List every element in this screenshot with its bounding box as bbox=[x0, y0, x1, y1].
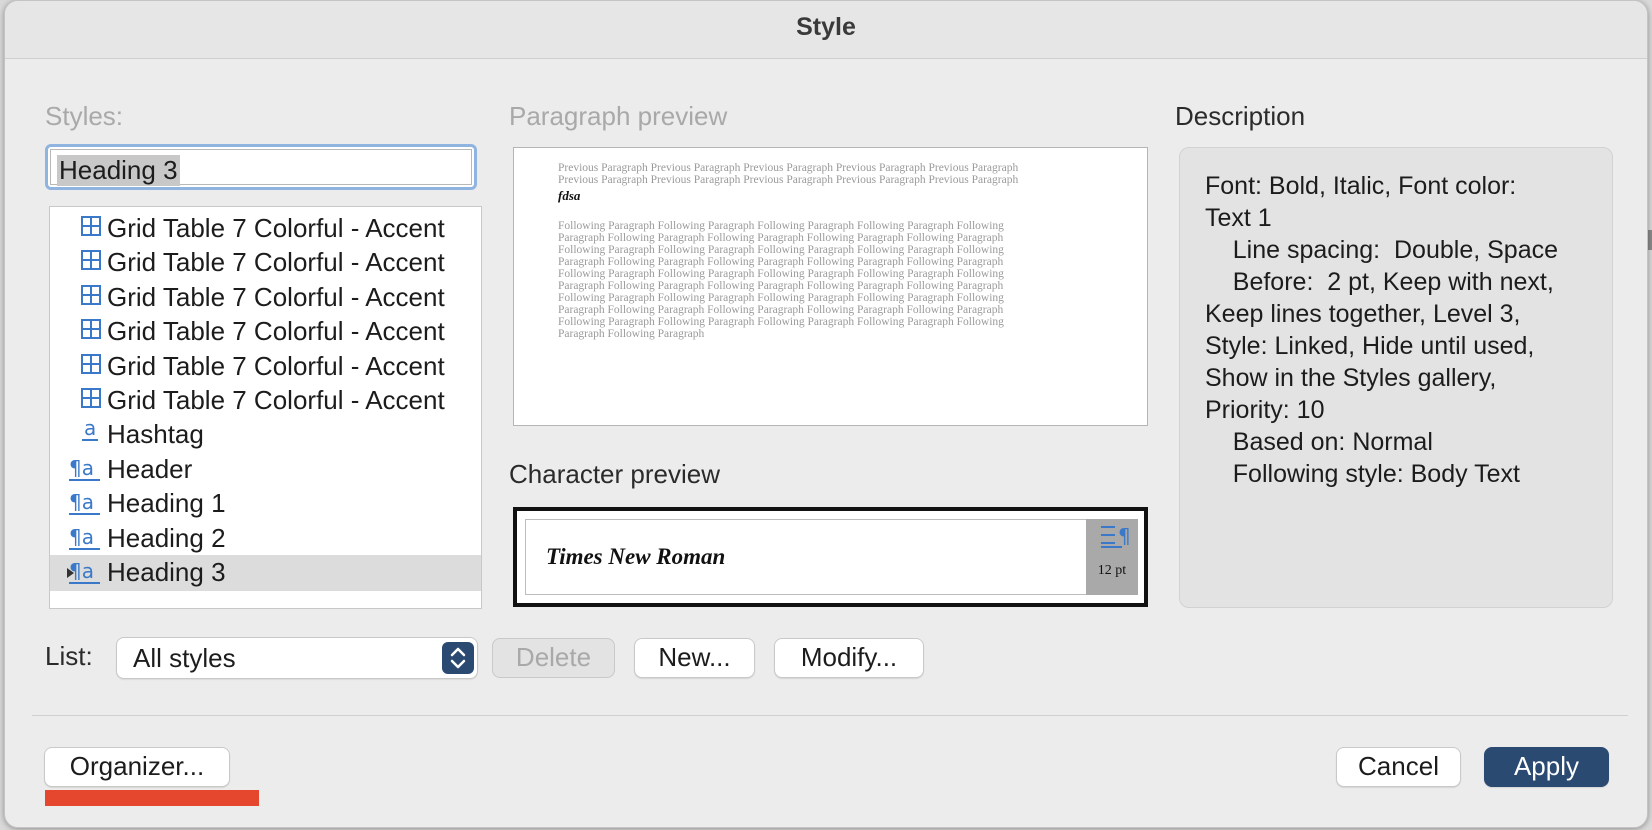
style-list-item-label: Grid Table 7 Colorful - Accent bbox=[107, 316, 445, 347]
style-list-item-label: Grid Table 7 Colorful - Accent bbox=[107, 247, 445, 278]
style-list-item[interactable]: Grid Table 7 Colorful - Accent bbox=[50, 280, 481, 316]
character-preview-side-panel: ¶ 12 pt bbox=[1086, 519, 1138, 595]
style-list-item[interactable]: Grid Table 7 Colorful - Accent bbox=[50, 245, 481, 281]
style-list-item[interactable]: Grid Table 7 Colorful - Accent bbox=[50, 314, 481, 350]
svg-text:¶: ¶ bbox=[1118, 524, 1131, 548]
description-line: Line spacing: Double, Space bbox=[1205, 236, 1559, 264]
description-line: Font: Bold, Italic, Font color: bbox=[1205, 172, 1517, 200]
paragraph-preview: Previous Paragraph Previous Paragraph Pr… bbox=[513, 147, 1148, 426]
description-box: Font: Bold, Italic, Font color: Text 1 Li… bbox=[1179, 147, 1613, 608]
preview-current-paragraph: fdsa bbox=[558, 188, 581, 203]
style-list-item-label: Grid Table 7 Colorful - Accent bbox=[107, 213, 445, 243]
list-label: List: bbox=[45, 641, 93, 671]
style-name-value: Heading 3 bbox=[57, 155, 180, 186]
style-dialog: Style Styles: Paragraph preview Descript… bbox=[4, 0, 1648, 828]
style-name-input[interactable]: Heading 3 bbox=[45, 144, 477, 190]
list-select[interactable]: All styles bbox=[116, 637, 478, 679]
description-line: Priority: 10 bbox=[1205, 396, 1325, 424]
style-list-item[interactable]: Grid Table 7 Colorful - Accent bbox=[50, 383, 481, 419]
organizer-button[interactable]: Organizer... bbox=[44, 747, 230, 787]
backdrop-edge bbox=[1648, 230, 1652, 250]
character-preview-label: Character preview bbox=[509, 459, 720, 489]
style-list-item[interactable]: ¶a Header bbox=[50, 452, 481, 488]
style-list-item-label: Header bbox=[107, 453, 193, 484]
modify-button[interactable]: Modify... bbox=[774, 638, 924, 678]
character-preview: Times New Roman ¶ 12 pt bbox=[513, 507, 1148, 607]
footer-divider bbox=[32, 715, 1628, 716]
style-list-item-label: Grid Table 7 Colorful - Accent bbox=[107, 385, 445, 415]
linked-style-icon: ¶a bbox=[68, 489, 102, 517]
style-list-item[interactable]: ¶a Heading 2 bbox=[50, 521, 481, 557]
style-list-item-label: Grid Table 7 Colorful - Accent bbox=[107, 350, 445, 381]
character-preview-inner: Times New Roman bbox=[525, 519, 1088, 595]
style-list-item-label: Grid Table 7 Colorful - Accent bbox=[107, 281, 445, 312]
style-list-item[interactable]: Grid Table 7 Colorful - Accent bbox=[50, 211, 481, 247]
apply-button[interactable]: Apply bbox=[1484, 747, 1609, 787]
linked-style-icon: ¶a bbox=[68, 558, 102, 586]
annotation-underline bbox=[45, 790, 259, 806]
description-line: Text 1 bbox=[1205, 204, 1272, 232]
up-down-chevron-icon[interactable] bbox=[442, 642, 474, 674]
svg-text:¶a: ¶a bbox=[69, 559, 94, 583]
style-name-inner: Heading 3 bbox=[50, 149, 472, 186]
character-preview-font: Times New Roman bbox=[546, 544, 726, 569]
preview-following-paragraph: Following Paragraph Following Paragraph … bbox=[558, 220, 1004, 340]
style-list-item[interactable]: ¶a Heading 3 bbox=[50, 555, 481, 591]
description-line: Style: Linked, Hide until used, bbox=[1205, 332, 1535, 360]
title-bar: Style bbox=[5, 1, 1647, 59]
style-list-item[interactable]: Grid Table 7 Colorful - Accent bbox=[50, 349, 481, 385]
cancel-button[interactable]: Cancel bbox=[1336, 747, 1461, 787]
description-line: Keep lines together, Level 3, bbox=[1205, 300, 1521, 328]
character-preview-size: 12 pt bbox=[1097, 563, 1127, 578]
style-list[interactable]: Grid Table 7 Colorful - Accent Grid Table… bbox=[49, 206, 482, 609]
style-list-item-label: Hashtag bbox=[107, 419, 204, 450]
description-text: Font: Bold, Italic, Font color: Text 1 Li… bbox=[1205, 170, 1558, 490]
description-line: Following style: Body Text bbox=[1205, 460, 1520, 488]
svg-text:¶a: ¶a bbox=[69, 456, 94, 480]
description-line: Show in the Styles gallery, bbox=[1205, 364, 1497, 392]
style-list-item-label: Heading 3 bbox=[107, 557, 226, 587]
new-button[interactable]: New... bbox=[634, 638, 755, 678]
svg-text:¶a: ¶a bbox=[69, 525, 94, 549]
style-list-item[interactable]: a Hashtag bbox=[50, 416, 481, 453]
paragraph-preview-label: Paragraph preview bbox=[509, 101, 728, 131]
preview-previous-paragraph: Previous Paragraph Previous Paragraph Pr… bbox=[558, 162, 1019, 186]
style-list-item-label: Heading 1 bbox=[107, 488, 226, 519]
linked-style-icon: ¶a bbox=[68, 524, 102, 552]
svg-text:¶a: ¶a bbox=[69, 490, 94, 514]
description-line: Based on: Normal bbox=[1205, 428, 1433, 456]
chevron-glyph bbox=[450, 647, 466, 669]
dialog-title: Style bbox=[796, 13, 856, 41]
svg-text:a: a bbox=[84, 417, 96, 440]
style-list-item[interactable]: ¶a Heading 1 bbox=[50, 486, 481, 522]
styles-label: Styles: bbox=[45, 101, 124, 131]
delete-button[interactable]: Delete bbox=[492, 638, 615, 678]
style-list-item-label: Heading 2 bbox=[107, 522, 226, 553]
description-line: Before: 2 pt, Keep with next, bbox=[1205, 268, 1554, 296]
paragraph-spacing-icon: ¶ bbox=[1101, 524, 1131, 548]
linked-style-icon: ¶a bbox=[68, 455, 102, 483]
description-label: Description bbox=[1175, 101, 1306, 131]
list-select-value: All styles bbox=[133, 643, 236, 673]
